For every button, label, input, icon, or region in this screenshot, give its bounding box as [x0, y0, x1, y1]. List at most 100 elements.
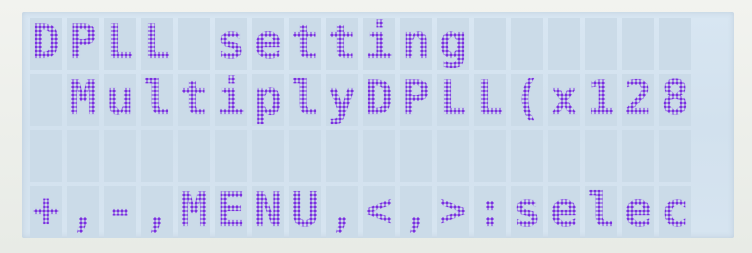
lcd-char-cell: g [437, 15, 469, 70]
lcd-char-cell [178, 18, 210, 70]
lcd-char [622, 129, 654, 181]
lcd-char: 8 [660, 71, 690, 126]
lcd-char: < [364, 183, 394, 238]
lcd-char: t [327, 15, 357, 70]
lcd-char [585, 129, 617, 181]
lcd-char-cell: N [252, 185, 284, 238]
lcd-char-cell: M [67, 71, 99, 126]
lcd-char-cell: s [215, 15, 247, 70]
lcd-char [215, 129, 247, 181]
lcd-line-menu-item: Mu l t i p l y D P L L(x 1 2 8 [30, 71, 696, 128]
lcd-char-cell [659, 18, 691, 70]
lcd-char-cell: 1 [585, 71, 617, 126]
lcd-char-cell: e [252, 15, 284, 70]
lcd-char-cell: s [511, 183, 543, 238]
lcd-char-cell: p [252, 71, 284, 126]
lcd-char: P [68, 15, 98, 70]
lcd-char: , [401, 183, 431, 238]
lcd-char: i [216, 71, 246, 126]
lcd-char-cell: t [178, 73, 210, 126]
lcd-char-cell: e [622, 185, 654, 238]
lcd-char: E [216, 183, 246, 238]
lcd-char-cell: t [289, 15, 321, 70]
lcd-char-cell: > [437, 183, 469, 238]
lcd-char-cell [622, 130, 654, 182]
lcd-char-cell: i [363, 15, 395, 70]
lcd-char-cell [30, 74, 62, 126]
lcd-char-cell: l [289, 73, 321, 126]
lcd-char-cell [511, 130, 543, 182]
lcd-char: s [512, 183, 542, 238]
lcd-char [437, 129, 469, 181]
lcd-char-cell [437, 130, 469, 182]
lcd-char-cell [289, 130, 321, 182]
lcd-char: t [290, 15, 320, 70]
lcd-char [400, 129, 432, 181]
lcd-char [363, 129, 395, 181]
lcd-char: D [31, 15, 61, 70]
lcd-char [104, 129, 136, 181]
lcd-char [67, 129, 99, 181]
lcd-char-cell: M [178, 183, 210, 238]
lcd-char: g [438, 15, 468, 70]
lcd-char-cell: , [326, 185, 358, 238]
lcd-char: p [253, 71, 283, 126]
lcd-char: l [586, 183, 616, 238]
lcd-char: 1 [586, 71, 616, 126]
lcd-char: + [31, 183, 61, 238]
lcd-char-cell: U [289, 183, 321, 238]
lcd-char [30, 73, 62, 125]
lcd-char [659, 129, 691, 181]
lcd-char: M [179, 183, 209, 238]
lcd-char [622, 17, 654, 69]
lcd-char [585, 17, 617, 69]
lcd-char-cell [548, 18, 580, 70]
lcd-char-cell [252, 130, 284, 182]
lcd-char-cell: + [30, 183, 62, 238]
lcd-char: ( [512, 71, 542, 126]
lcd-char: , [68, 183, 98, 238]
lcd-char [659, 17, 691, 69]
lcd-char [30, 129, 62, 181]
lcd-char: L [105, 15, 135, 70]
lcd-char-cell: L [104, 15, 136, 70]
lcd-char: c [660, 183, 690, 238]
lcd-char: L [438, 71, 468, 126]
lcd-line-help: +, -, M E N U, <, >: s e l e c [30, 183, 696, 240]
lcd-char-cell: - [104, 185, 136, 238]
lcd-char-cell: c [659, 183, 691, 238]
lcd-char-cell [400, 130, 432, 182]
lcd-char-cell: L [437, 71, 469, 126]
lcd-char-cell: P [400, 73, 432, 126]
lcd-char: L [475, 71, 505, 126]
lcd-char-cell: y [326, 73, 358, 126]
lcd-char-cell: E [215, 183, 247, 238]
lcd-char-cell [585, 130, 617, 182]
lcd-char: s [216, 15, 246, 70]
lcd-char-cell: x [548, 73, 580, 126]
lcd-char: : [475, 183, 505, 238]
lcd-char: i [364, 15, 394, 70]
lcd-char-cell: 8 [659, 71, 691, 126]
lcd-char [511, 129, 543, 181]
lcd-char-cell: L [474, 71, 506, 126]
lcd-line-title: DPLLsetting [30, 15, 696, 72]
lcd-char: e [253, 15, 283, 70]
lcd-char: U [290, 183, 320, 238]
lcd-char-cell [622, 18, 654, 70]
lcd-char-cell: < [363, 183, 395, 238]
lcd-char: M [68, 71, 98, 126]
lcd-char: l [142, 71, 172, 126]
lcd-char-cell [30, 130, 62, 182]
lcd-char: > [438, 183, 468, 238]
lcd-char [178, 129, 210, 181]
lcd-char: , [142, 183, 172, 238]
lcd-char-cell: t [326, 15, 358, 70]
lcd-char: u [105, 71, 135, 126]
lcd-char-cell: , [141, 183, 173, 238]
lcd-char-cell: : [474, 183, 506, 238]
lcd-char-cell: D [363, 73, 395, 126]
lcd-char-cell: l [585, 183, 617, 238]
lcd-line-blank [30, 130, 696, 184]
lcd-char-cell: i [215, 71, 247, 126]
